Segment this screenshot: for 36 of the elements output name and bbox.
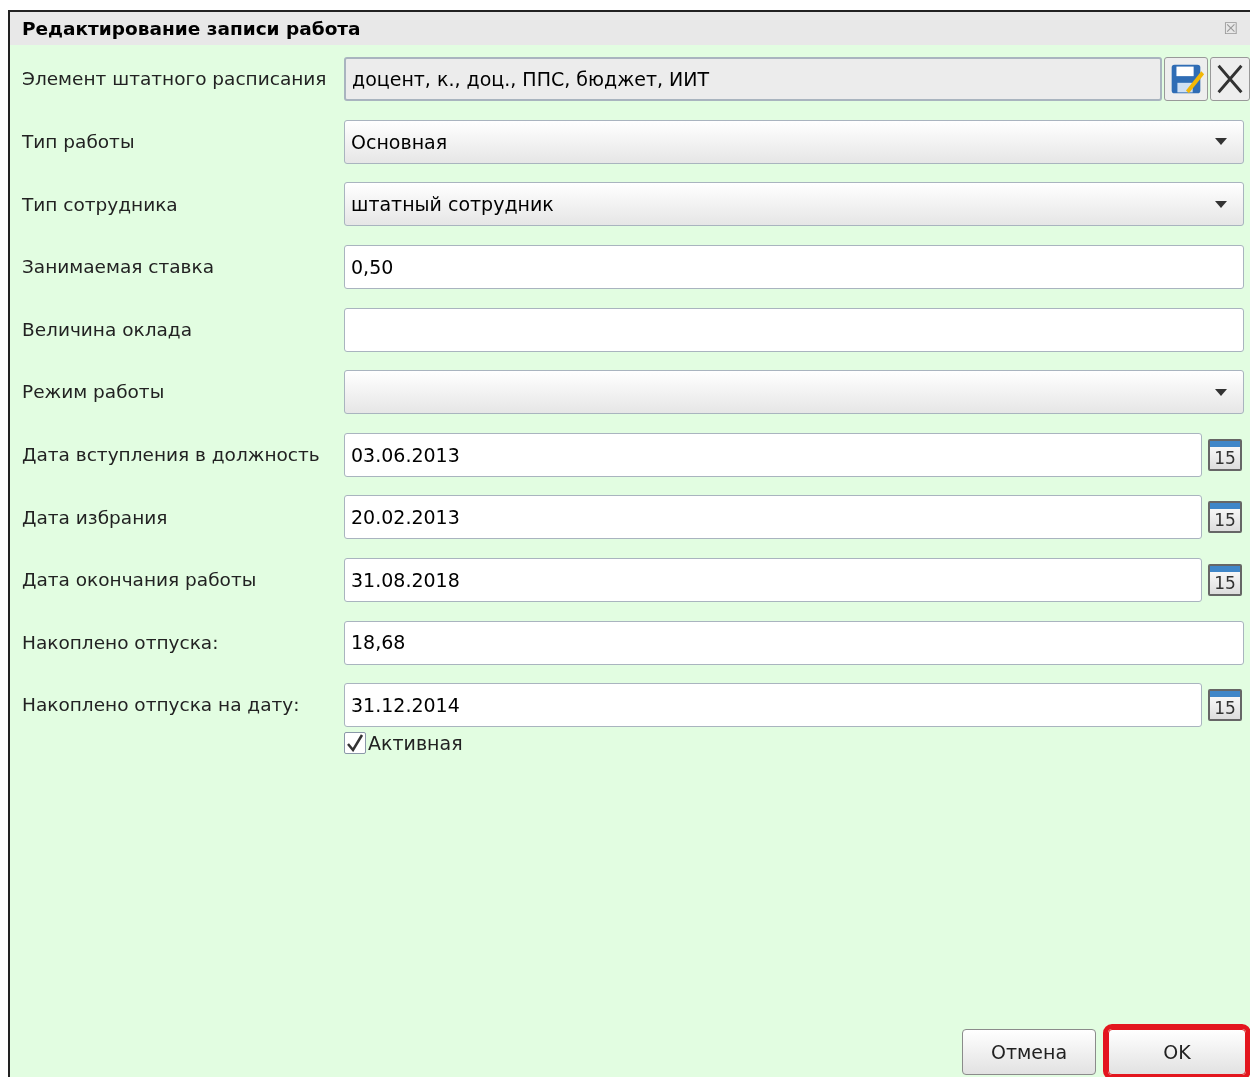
window-title: Редактирование записи работа	[22, 16, 361, 41]
save-icon[interactable]	[1164, 57, 1208, 102]
input-field[interactable]: 18,68	[344, 620, 1244, 665]
field-label: Тип сотрудника	[21, 192, 179, 217]
field-label: Дата вступления в должность	[21, 443, 321, 467]
calendar-icon[interactable]: 15	[1208, 438, 1242, 471]
field-label: Дата окончания работы	[21, 568, 258, 593]
field-label: Режим работы	[21, 380, 166, 405]
checkbox[interactable]	[344, 731, 366, 754]
field-label: Накоплено отпуска на дату:	[21, 693, 301, 718]
field-label: Занимаемая ставка	[21, 255, 215, 280]
date-field[interactable]: 20.02.2013	[344, 495, 1202, 540]
calendar-icon[interactable]: 15	[1208, 564, 1242, 597]
caret-icon	[1215, 201, 1227, 208]
field-label: Величина оклада	[21, 317, 193, 342]
field-label: Тип работы	[21, 130, 136, 154]
close-icon[interactable]	[1210, 57, 1250, 102]
input-field[interactable]: 0,50	[344, 245, 1244, 290]
calendar-icon[interactable]: 15	[1208, 689, 1242, 722]
input-field[interactable]	[344, 307, 1244, 352]
lookup-field: доцент, к., доц., ППС, бюджет, ИИТ	[344, 57, 1162, 102]
dropdown-field[interactable]: штатный сотрудник	[344, 182, 1244, 227]
check-icon	[346, 733, 364, 752]
dropdown-field[interactable]: Основная	[344, 119, 1244, 164]
calendar-icon[interactable]: 15	[1208, 501, 1242, 534]
date-field[interactable]: 03.06.2013	[344, 432, 1202, 477]
field-label: Накоплено отпуска:	[21, 630, 220, 655]
date-field[interactable]: 31.08.2018	[344, 558, 1202, 603]
date-field[interactable]: 31.12.2014	[344, 683, 1202, 728]
field-label: Элемент штатного расписания	[21, 67, 328, 92]
dropdown-field[interactable]	[344, 370, 1244, 415]
caret-icon	[1215, 138, 1227, 146]
field-label: Дата избрания	[21, 505, 169, 530]
checkbox-label: Активная	[368, 730, 463, 756]
dialog-button[interactable]: Отмена	[962, 1029, 1096, 1075]
caret-icon	[1215, 388, 1227, 396]
